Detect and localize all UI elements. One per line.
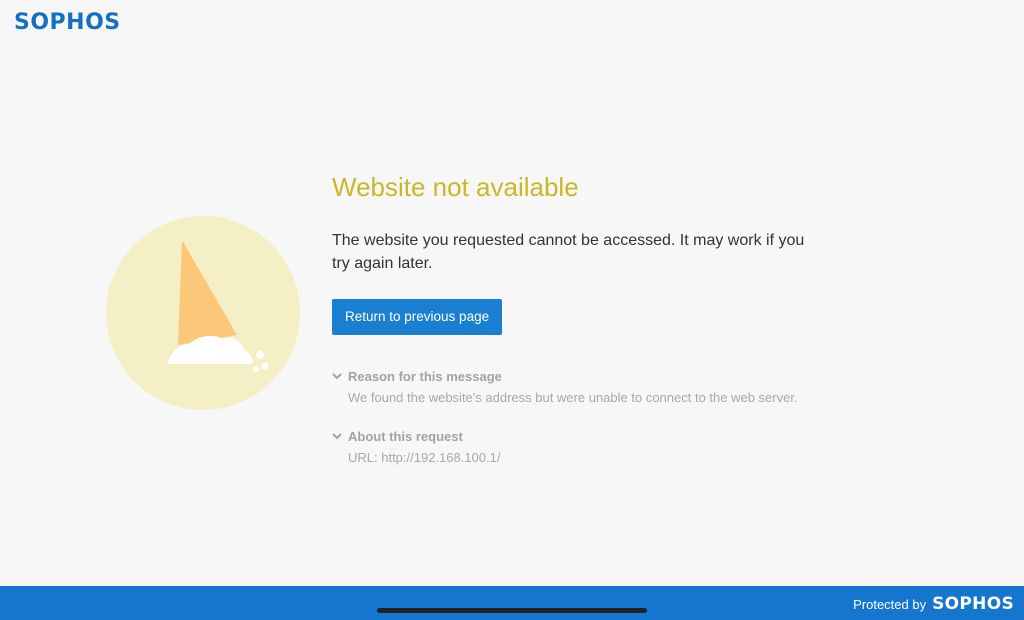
request-url: URL: http://192.168.100.1/: [348, 450, 501, 465]
chevron-down-icon: [332, 433, 342, 440]
page-title: Website not available: [332, 172, 579, 202]
reason-body: We found the website's address but were …: [348, 390, 798, 405]
sophos-logo: SOPHOS: [14, 10, 121, 35]
home-indicator[interactable]: [377, 608, 647, 613]
about-title: About this request: [348, 429, 463, 444]
return-button[interactable]: Return to previous page: [332, 299, 503, 335]
protected-by-label: Protected by: [853, 597, 927, 612]
error-description: The website you requested cannot be acce…: [332, 232, 805, 272]
chevron-down-icon: [332, 373, 342, 380]
reason-title: Reason for this message: [348, 369, 502, 384]
melted-ice-cream-cone-icon: [105, 215, 301, 411]
footer-branding: Protected by SOPHOS: [853, 594, 1014, 614]
reason-section[interactable]: Reason for this message We found the web…: [332, 369, 812, 407]
about-section[interactable]: About this request URL: http://192.168.1…: [332, 429, 812, 467]
footer-sophos-logo: SOPHOS: [932, 594, 1014, 614]
footer-bar: Protected by SOPHOS: [0, 586, 1024, 620]
error-content: Website not available The website you re…: [332, 172, 812, 467]
